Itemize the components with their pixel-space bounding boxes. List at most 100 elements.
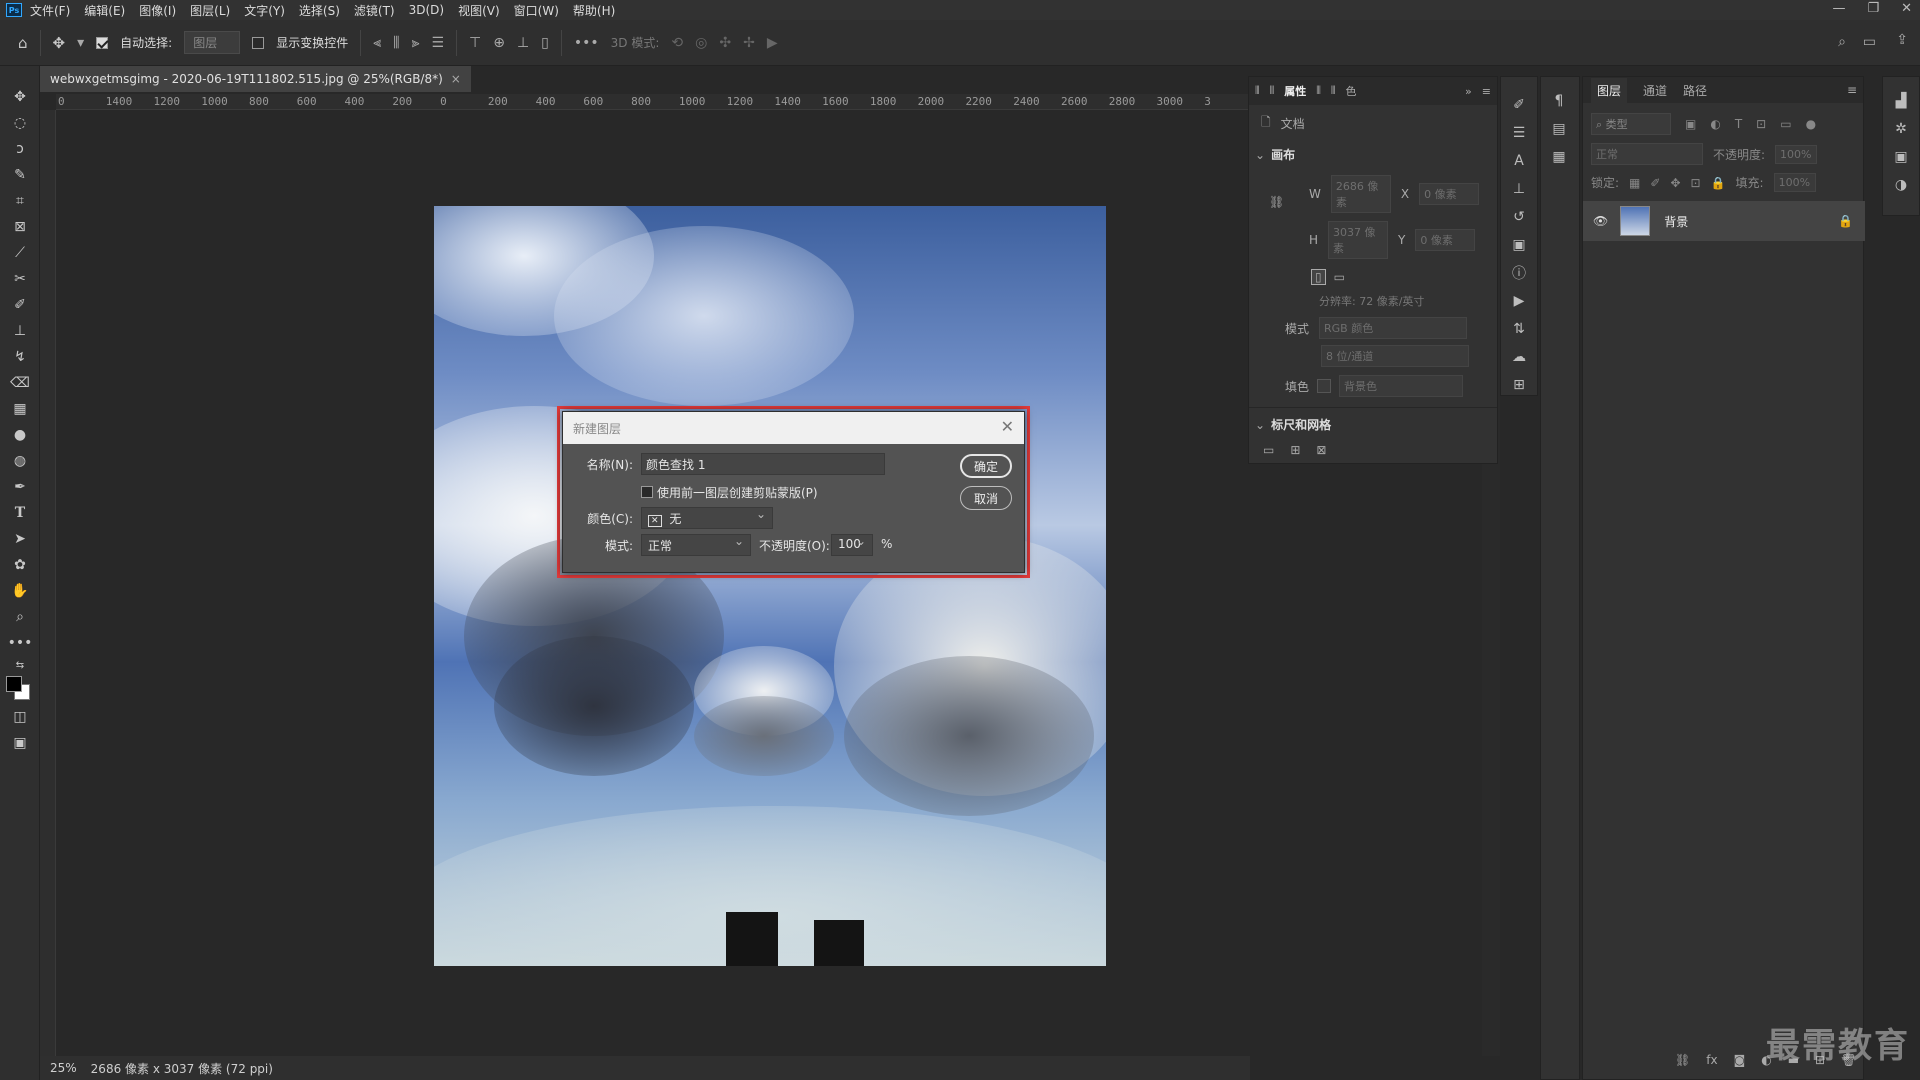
opacity-field[interactable]: 100% xyxy=(1775,144,1818,164)
ruler-icon[interactable]: ▭ xyxy=(1263,443,1274,457)
pen-tool-icon[interactable]: ✒ xyxy=(0,474,40,500)
history-icon[interactable]: ↺ xyxy=(1501,203,1537,231)
table-icon[interactable]: ⊞ xyxy=(1501,371,1537,399)
lock-position-icon[interactable]: ✥ xyxy=(1670,176,1680,190)
blur-tool-icon[interactable]: ● xyxy=(0,422,40,448)
document-info[interactable]: 2686 像素 x 3037 像素 (72 ppi) xyxy=(91,1060,273,1077)
mode-dropdown[interactable]: 正常 xyxy=(641,534,751,556)
expand-panel-icon[interactable]: » xyxy=(1465,85,1472,98)
close-tab-icon[interactable]: × xyxy=(451,72,461,86)
screen-mode-icon[interactable]: ▣ xyxy=(0,730,40,756)
bit-depth-dropdown[interactable]: 8 位/通道 xyxy=(1321,345,1469,367)
more-options-icon[interactable]: ••• xyxy=(574,35,599,51)
fill-swatch[interactable] xyxy=(1317,379,1332,393)
history-brush-icon[interactable]: ↯ xyxy=(0,344,40,370)
panel-tab-icon[interactable]: ⫴ xyxy=(1255,84,1260,98)
tab-color[interactable]: 色 xyxy=(1346,83,1357,99)
actions-icon[interactable]: ▶ xyxy=(1501,287,1537,315)
chevron-down-icon[interactable]: ⌄ xyxy=(1255,148,1265,162)
tab-layers[interactable]: 图层 xyxy=(1591,77,1628,103)
menu-edit[interactable]: 编辑(E) xyxy=(84,2,125,19)
color-mode-dropdown[interactable]: RGB 颜色 xyxy=(1319,317,1468,339)
landscape-icon[interactable]: ▭ xyxy=(1334,270,1345,284)
workspace-icon[interactable]: ▭ xyxy=(1863,34,1876,50)
link-icon[interactable]: ⛓ xyxy=(1269,195,1284,209)
x-field[interactable]: 0 像素 xyxy=(1419,183,1480,205)
zoom-level[interactable]: 25% xyxy=(50,1061,77,1075)
color-dropdown[interactable]: ✕ 无 xyxy=(641,507,773,529)
clone-source-icon[interactable]: ⊥ xyxy=(1501,175,1537,203)
auto-select-dropdown[interactable]: 图层 xyxy=(184,31,241,54)
lock-all-icon[interactable]: 🔒 xyxy=(1711,176,1726,190)
frame-tool-icon[interactable]: ⊠ xyxy=(0,214,40,240)
menu-image[interactable]: 图像(I) xyxy=(139,2,176,19)
roll-3d-icon[interactable]: ◎ xyxy=(695,35,707,51)
filter-pixel-icon[interactable]: ▣ xyxy=(1685,117,1696,131)
filter-shape-icon[interactable]: ⊡ xyxy=(1756,117,1766,131)
filter-adjustment-icon[interactable]: ◐ xyxy=(1710,117,1720,131)
search-icon[interactable]: ⌕ xyxy=(1838,34,1846,50)
brush-tool-icon[interactable]: ✐ xyxy=(0,292,40,318)
swap-colors-icon[interactable]: ⇆ xyxy=(0,656,40,674)
guides-icon[interactable]: ⊠ xyxy=(1316,443,1326,457)
tab-channels[interactable]: 通道 xyxy=(1643,82,1667,99)
slide-3d-icon[interactable]: ✢ xyxy=(743,35,755,51)
fill-dropdown[interactable]: 背景色 xyxy=(1339,375,1464,397)
document-tab[interactable]: webwxgetmsgimg - 2020-06-19T111802.515.j… xyxy=(40,66,471,92)
lock-pixels-icon[interactable]: ✐ xyxy=(1650,176,1660,190)
adjustments-icon[interactable]: ☰ xyxy=(1501,119,1537,147)
orbit-3d-icon[interactable]: ⟲ xyxy=(671,35,683,51)
filter-toggle-icon[interactable]: ● xyxy=(1806,117,1816,131)
notes-icon[interactable]: ▦ xyxy=(1541,143,1577,171)
menu-3d[interactable]: 3D(D) xyxy=(409,3,444,17)
crop-tool-icon[interactable]: ⌗ xyxy=(0,188,40,214)
lock-transparent-icon[interactable]: ▦ xyxy=(1629,176,1640,190)
menu-type[interactable]: 文字(Y) xyxy=(244,2,285,19)
layer-name-input[interactable]: 颜色查找 1 xyxy=(641,453,885,475)
share-icon[interactable]: ⇪ xyxy=(1896,32,1908,48)
layer-name[interactable]: 背景 xyxy=(1664,213,1688,230)
menu-window[interactable]: 窗口(W) xyxy=(514,2,559,19)
blend-mode-dropdown[interactable]: 正常 xyxy=(1591,143,1703,165)
align-center-icon[interactable]: ⫼ xyxy=(393,35,399,51)
link-layers-icon[interactable]: ⛓ xyxy=(1675,1053,1690,1067)
align-bottom-icon[interactable]: ⊥ xyxy=(517,35,529,51)
visibility-eye-icon[interactable]: 👁 xyxy=(1593,214,1608,228)
hand-tool-icon[interactable]: ✋ xyxy=(0,578,40,604)
height-field[interactable]: 3037 像素 xyxy=(1328,221,1389,259)
filter-smart-object-icon[interactable]: ▭ xyxy=(1780,117,1791,131)
align-middle-icon[interactable]: ⊕ xyxy=(493,35,505,51)
panel-tab-icon[interactable]: ⫴ xyxy=(1270,84,1275,98)
gradient-tool-icon[interactable]: ▦ xyxy=(0,396,40,422)
distribute-icon[interactable]: ☰ xyxy=(431,35,444,51)
menu-select[interactable]: 选择(S) xyxy=(299,2,340,19)
camera-3d-icon[interactable]: ▶ xyxy=(767,35,778,51)
info-icon[interactable]: ⓘ xyxy=(1501,259,1537,287)
layer-row[interactable]: 👁 背景 🔒 xyxy=(1583,201,1865,241)
distribute-vertical-icon[interactable]: ▯ xyxy=(541,35,549,51)
chevron-down-icon[interactable]: ▾ xyxy=(77,35,84,51)
3d-icon[interactable]: ☁ xyxy=(1501,343,1537,371)
add-mask-icon[interactable]: ◙ xyxy=(1734,1053,1746,1067)
stamp-tool-icon[interactable]: ⊥ xyxy=(0,318,40,344)
auto-select-checkbox[interactable] xyxy=(96,36,109,49)
filter-type-icon[interactable]: T xyxy=(1735,117,1742,131)
shape-tool-icon[interactable]: ✿ xyxy=(0,552,40,578)
restore-icon[interactable]: ❐ xyxy=(1867,0,1879,18)
menu-help[interactable]: 帮助(H) xyxy=(573,2,615,19)
chevron-down-icon[interactable]: ⌄ xyxy=(1255,418,1265,432)
close-icon[interactable]: ✕ xyxy=(1001,417,1014,436)
minimize-icon[interactable]: — xyxy=(1832,0,1845,18)
adjust-circle-icon[interactable]: ◑ xyxy=(1883,171,1919,199)
y-field[interactable]: 0 像素 xyxy=(1415,229,1476,251)
menu-filter[interactable]: 滤镜(T) xyxy=(354,2,395,19)
type-tool-icon[interactable]: T xyxy=(0,500,40,526)
brush-settings-icon[interactable]: ✐ xyxy=(1501,91,1537,119)
portrait-icon[interactable]: ▯ xyxy=(1311,269,1326,285)
home-icon[interactable]: ⌂ xyxy=(18,34,28,52)
layer-style-icon[interactable]: fx xyxy=(1706,1053,1717,1067)
dialog-titlebar[interactable]: 新建图层 ✕ xyxy=(563,412,1024,444)
paragraph-icon[interactable]: ¶ xyxy=(1541,87,1577,115)
move-tool-icon[interactable]: ✥ xyxy=(53,34,66,52)
more-tools-icon[interactable]: ••• xyxy=(0,630,40,656)
